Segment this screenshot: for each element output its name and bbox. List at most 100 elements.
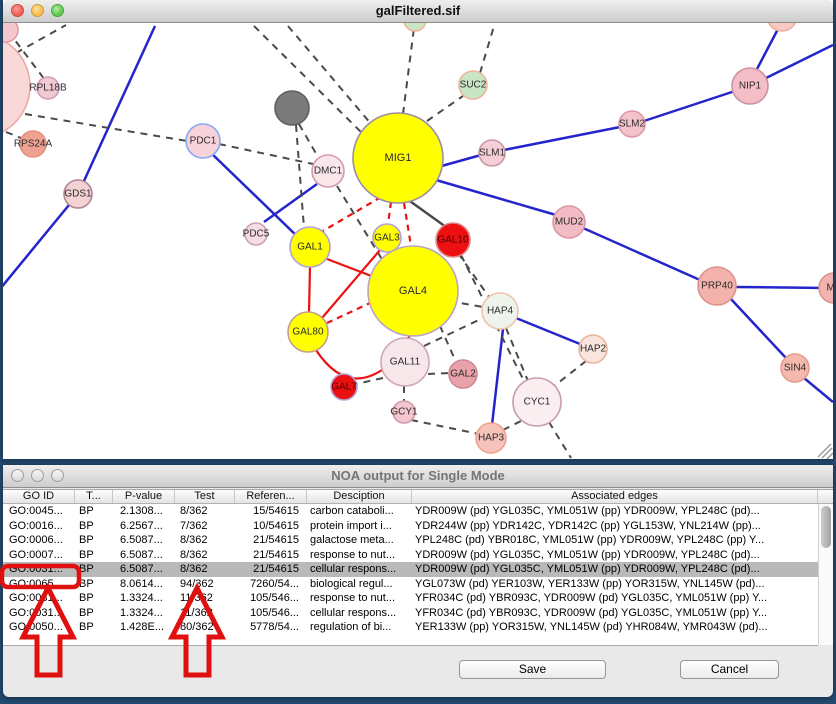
column-header[interactable]: P-value [113,490,175,503]
table-row[interactable]: GO:0016...BP6.2567...7/36210/54615protei… [3,519,818,534]
table-cell: BP [75,562,113,577]
zoom-button-inactive[interactable] [51,469,64,482]
network-edge[interactable] [804,378,833,402]
network-edge[interactable] [388,202,391,224]
scrollbar-thumb[interactable] [821,506,831,548]
network-edge[interactable] [504,127,620,150]
table-row[interactable]: GO:0031...BP1.3324...11/362105/546...res… [3,591,818,606]
table-row[interactable]: GO:0007...BP6.5087...8/36221/54615respon… [3,548,818,563]
network-canvas[interactable]: RPL18BRPS24AGDS1PDC1MIG1DMC1SUC2SLM1SLM2… [3,23,833,459]
column-header[interactable]: Test [175,490,235,503]
network-edge[interactable] [549,422,571,458]
node-label: GAL80 [292,327,324,338]
network-edge[interactable] [436,180,556,215]
network-edge[interactable] [411,420,479,434]
network-edge[interactable] [766,45,833,78]
node-label: MUD2 [555,217,584,228]
column-header[interactable]: GO ID [3,490,75,503]
table-cell: GO:0045... [3,504,75,519]
node-label: GAL11 [390,357,421,368]
network-edge[interactable] [264,184,317,222]
table-cell: YFR034C (pd) YBR093C, YDR009W (pd) YGL03… [412,606,818,621]
node-label: GAL2 [450,369,476,380]
network-edge[interactable] [327,259,374,277]
table-row[interactable]: GO:0031...BP1.3324...11/362105/546...cel… [3,606,818,621]
network-edge[interactable] [296,125,304,228]
network-edge[interactable] [403,28,414,114]
table-cell: regulation of bi... [307,620,412,635]
zoom-button[interactable] [51,4,64,17]
network-edge[interactable] [254,26,365,136]
table-cell: 8/362 [175,504,235,519]
resize-grip[interactable] [827,453,833,459]
network-edge[interactable] [583,228,700,280]
node-label: GCY1 [390,407,418,418]
minimize-button-inactive[interactable] [31,469,44,482]
table-cell: response to nut... [307,591,412,606]
network-edge[interactable] [78,26,155,194]
table-cell: BP [75,577,113,592]
network-edge[interactable] [16,25,66,53]
node-label: GAL1 [297,242,323,253]
network-node-top-green-partial[interactable] [404,23,426,31]
column-header[interactable]: Associated edges [412,490,818,503]
minimize-button[interactable] [31,4,44,17]
table-row[interactable]: GO:0045...BP2.1308...8/36215/54615carbon… [3,504,818,519]
node-label: NIP1 [739,81,762,92]
node-label: RPL18B [29,83,67,94]
network-edge[interactable] [480,26,494,73]
network-edge[interactable] [492,329,503,425]
network-edge[interactable] [309,267,310,312]
network-window-titlebar[interactable]: galFiltered.sif [3,0,833,23]
network-edge[interactable] [407,199,446,227]
table-cell: 10/54615 [235,519,307,534]
network-edge[interactable] [404,203,411,246]
table-cell: 6.2567... [113,519,175,534]
column-header[interactable]: Referen... [235,490,307,503]
network-node-unnamed-gray[interactable] [275,91,309,125]
node-label: HAP3 [478,433,505,444]
table-row[interactable]: GO:0031...BP6.5087...8/36221/54615cellul… [3,562,818,577]
network-node-corner[interactable] [3,23,18,42]
table-cell: BP [75,620,113,635]
table-cell: 8/362 [175,562,235,577]
vertical-scrollbar[interactable] [818,504,833,645]
table-cell: 105/546... [235,591,307,606]
table-row[interactable]: GO:0065...BP8.0614...94/3627260/54...bio… [3,577,818,592]
cancel-button[interactable]: Cancel [680,660,779,679]
network-edge[interactable] [735,287,828,288]
network-edge[interactable] [506,328,528,381]
network-edge[interactable] [3,194,78,289]
noa-window-titlebar[interactable]: NOA output for Single Mode [3,465,833,488]
table-cell: YDR244W (pp) YDR142C, YDR142C (pp) YGL15… [412,519,818,534]
node-label: PDC5 [243,229,270,240]
table-row[interactable]: GO:0006...BP6.5087...8/36221/54615galact… [3,533,818,548]
network-edge[interactable] [323,197,381,231]
network-edge[interactable] [730,298,786,358]
network-node-left-large[interactable] [3,34,30,138]
network-edge[interactable] [440,326,456,362]
network-edge[interactable] [757,29,778,69]
table-cell: BP [75,504,113,519]
network-node-top-right-partial[interactable] [767,23,797,31]
network-edge[interactable] [516,318,580,344]
network-edge[interactable] [428,373,450,374]
table-row[interactable]: GO:0050...BP1.428E...80/3625778/54...reg… [3,620,818,635]
table-cell: YPL248C (pd) YBR018C, YML051W (pp) YDR00… [412,533,818,548]
column-header[interactable]: Desciption [307,490,412,503]
save-button[interactable]: Save [459,660,606,679]
close-button[interactable] [11,4,24,17]
network-edge[interactable] [503,421,521,430]
network-edge[interactable] [299,124,318,157]
close-button-inactive[interactable] [11,469,24,482]
column-header-filler [818,490,833,503]
network-edge[interactable] [553,361,586,387]
column-header[interactable]: T... [75,490,113,503]
node-label: SLM1 [479,148,506,159]
network-edge[interactable] [25,114,187,141]
table-cell: 5778/54... [235,620,307,635]
node-label: CYC1 [524,397,551,408]
network-edge[interactable] [644,91,735,121]
network-edge[interactable] [438,155,481,167]
network-edge[interactable] [427,96,463,121]
